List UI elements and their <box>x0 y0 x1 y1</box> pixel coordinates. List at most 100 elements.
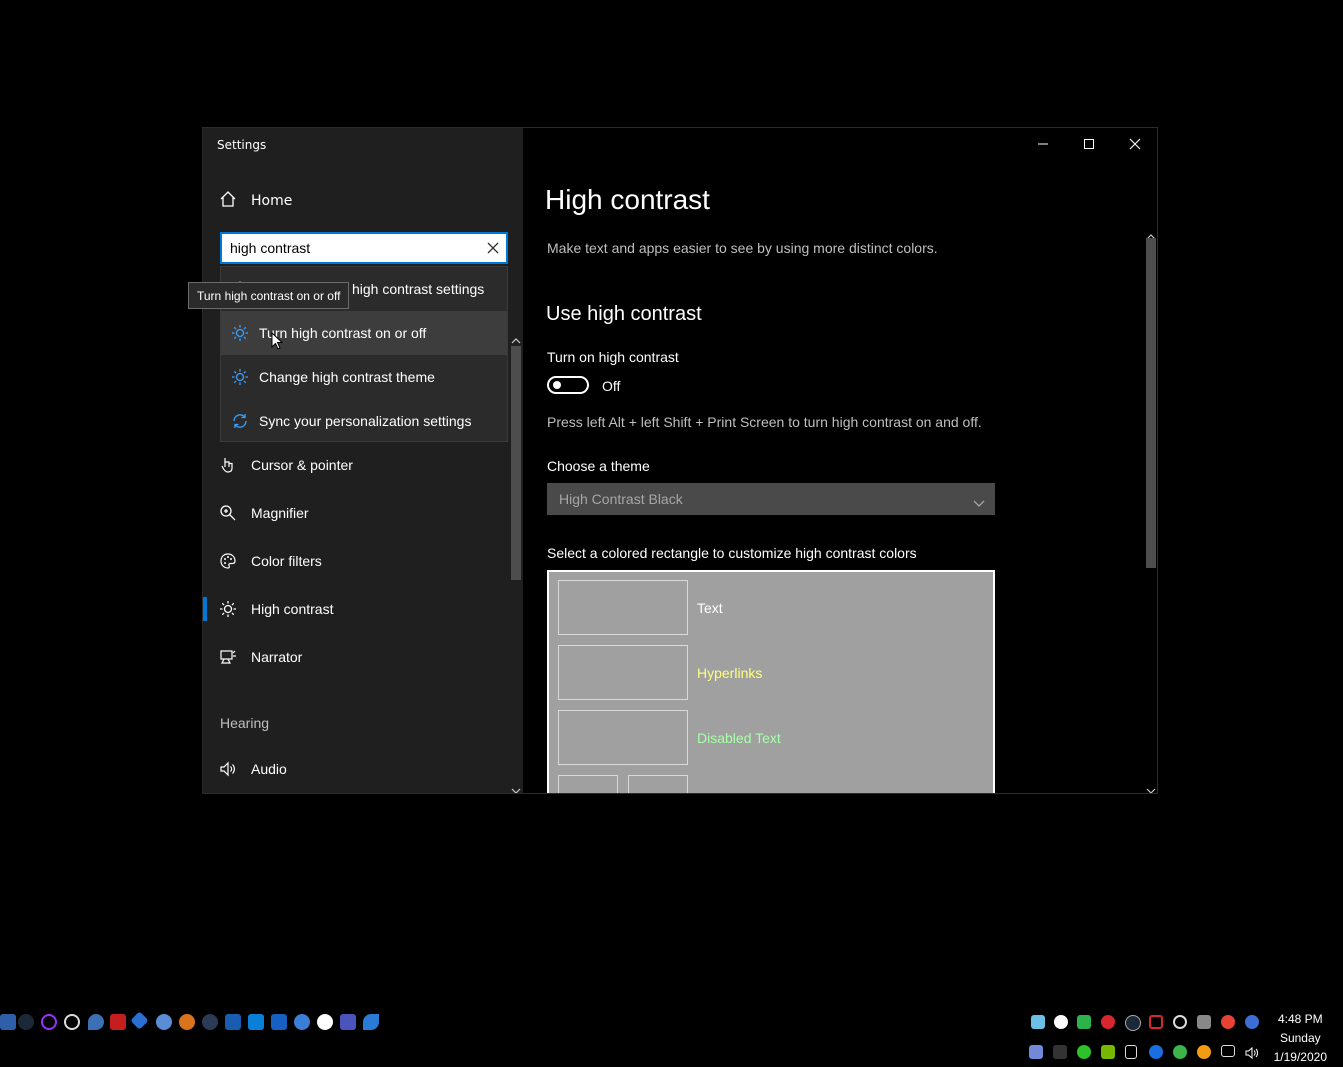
sidebar-item-label: Home <box>251 193 293 209</box>
tray-icon[interactable] <box>1149 1015 1163 1029</box>
close-button[interactable] <box>1112 128 1157 160</box>
app-icon[interactable] <box>179 1014 195 1030</box>
page-title: High contrast <box>545 184 710 215</box>
sidebar-item-narrator[interactable]: Narrator <box>203 637 508 677</box>
maximize-button[interactable] <box>1066 128 1112 160</box>
swatch-label-disabled-text: Disabled Text <box>697 730 781 746</box>
scroll-down-icon[interactable] <box>511 780 521 793</box>
sidebar-item-label: Audio <box>251 761 287 777</box>
drop-icon[interactable] <box>88 1014 104 1030</box>
search-input[interactable] <box>230 238 480 258</box>
search-tray-icon[interactable] <box>1197 1045 1211 1059</box>
scroll-thumb[interactable] <box>511 346 521 580</box>
minimize-button[interactable] <box>1020 128 1066 160</box>
text-color-swatch[interactable] <box>558 580 688 635</box>
wechat-icon[interactable] <box>1077 1045 1091 1059</box>
steam-icon[interactable] <box>18 1014 34 1030</box>
sidebar-item-color-filters[interactable]: Color filters <box>203 541 508 581</box>
chrome-icon[interactable] <box>1221 1015 1235 1029</box>
toggle-knob <box>553 381 561 389</box>
suggestion-item[interactable]: Sync your personalization settings <box>221 399 507 443</box>
sidebar-item-label: High contrast <box>251 601 334 617</box>
color-palette: Text Hyperlinks Disabled Text <box>547 570 995 793</box>
flash-icon[interactable] <box>110 1014 126 1030</box>
clock-date: 1/19/2020 <box>1273 1050 1327 1064</box>
app-icon[interactable] <box>271 1014 287 1030</box>
speedometer-icon[interactable] <box>202 1014 218 1030</box>
lifebuoy-icon[interactable] <box>317 1014 333 1030</box>
circle-app-icon[interactable] <box>41 1014 57 1030</box>
check-icon[interactable] <box>1173 1045 1187 1059</box>
scroll-down-icon[interactable] <box>1146 780 1156 793</box>
tray-icon[interactable] <box>1053 1045 1067 1059</box>
tray-icon[interactable] <box>1077 1015 1091 1029</box>
teams-icon[interactable] <box>340 1014 356 1030</box>
taskbar-clock[interactable]: 4:48 PM Sunday 1/19/2020 <box>1274 1010 1327 1067</box>
theme-label: Choose a theme <box>547 458 650 474</box>
suggestion-item[interactable]: Change high contrast theme <box>221 355 507 399</box>
network-icon[interactable] <box>1221 1045 1235 1057</box>
hyperlinks-color-swatch[interactable] <box>558 645 688 700</box>
narrator-icon <box>219 648 237 666</box>
cloud-icon[interactable] <box>1054 1015 1068 1029</box>
search-box[interactable] <box>220 232 508 264</box>
sun-icon <box>231 324 249 342</box>
sidebar-item-cursor-pointer[interactable]: Cursor & pointer <box>203 445 508 485</box>
magnifier-icon <box>219 504 237 522</box>
sync-icon <box>231 412 249 430</box>
app-icon[interactable] <box>156 1014 172 1030</box>
section-header-hearing: Hearing <box>220 715 270 731</box>
clear-search-icon[interactable] <box>486 240 500 254</box>
palette-icon <box>219 552 237 570</box>
tray-icon[interactable] <box>1245 1015 1259 1029</box>
sidebar-item-label: Magnifier <box>251 505 309 521</box>
active-indicator <box>203 597 207 621</box>
disabled-text-color-swatch[interactable] <box>558 710 688 765</box>
usb-icon[interactable] <box>1125 1045 1137 1059</box>
nvidia-icon[interactable] <box>1101 1045 1115 1059</box>
steam-tray-icon[interactable] <box>1125 1015 1141 1031</box>
mouse-cursor-icon <box>271 331 284 355</box>
theme-select-value: High Contrast Black <box>559 491 683 507</box>
sidebar-item-audio[interactable]: Audio <box>203 749 508 789</box>
clock-time: 4:48 PM <box>1277 1012 1323 1026</box>
sidebar-item-home[interactable]: Home <box>203 186 523 216</box>
shortcut-hint: Press left Alt + left Shift + Print Scre… <box>547 414 982 430</box>
tray-icon[interactable] <box>1101 1015 1115 1029</box>
app-icon[interactable] <box>248 1014 264 1030</box>
color-swatch[interactable] <box>558 775 618 793</box>
diamond-icon[interactable] <box>130 1011 149 1030</box>
volume-icon[interactable] <box>1245 1045 1259 1060</box>
cursor-icon <box>219 456 237 474</box>
sidebar-item-magnifier[interactable]: Magnifier <box>203 493 508 533</box>
sidebar-scrollbar[interactable] <box>508 328 523 793</box>
theme-select[interactable]: High Contrast Black <box>547 483 995 515</box>
tray-icon[interactable] <box>1031 1015 1045 1029</box>
color-swatch[interactable] <box>628 775 688 793</box>
suggestion-label: Change high contrast theme <box>259 369 435 385</box>
grid-icon[interactable] <box>1197 1015 1211 1029</box>
sun-icon <box>219 600 237 618</box>
sun-icon <box>231 368 249 386</box>
suggestion-item[interactable]: Turn high contrast on or off <box>221 311 507 355</box>
clock-day: Sunday <box>1279 1031 1321 1045</box>
sync-app-icon[interactable] <box>64 1014 80 1030</box>
sidebar-item-high-contrast[interactable]: High contrast <box>203 589 508 629</box>
sidebar-item-label: Color filters <box>251 553 322 569</box>
palette-label: Select a colored rectangle to customize … <box>547 545 917 561</box>
app-icon[interactable] <box>225 1014 241 1030</box>
toggle-label: Turn on high contrast <box>547 349 679 365</box>
bluetooth-icon[interactable] <box>1149 1045 1163 1059</box>
main-scrollbar[interactable] <box>1143 224 1157 793</box>
scroll-thumb[interactable] <box>1146 238 1156 568</box>
high-contrast-toggle[interactable] <box>547 376 589 394</box>
page-description: Make text and apps easier to see by usin… <box>547 240 938 256</box>
app-icon[interactable] <box>363 1014 379 1030</box>
settings-window: Settings Home high contrast settings <box>202 127 1158 794</box>
discord-icon[interactable] <box>1029 1045 1043 1059</box>
main-content: High contrast Make text and apps easier … <box>523 128 1157 793</box>
app-title: Settings <box>217 138 267 152</box>
sync-tray-icon[interactable] <box>1173 1015 1187 1029</box>
app-icon[interactable] <box>0 1014 16 1030</box>
edge-icon[interactable] <box>294 1014 310 1030</box>
